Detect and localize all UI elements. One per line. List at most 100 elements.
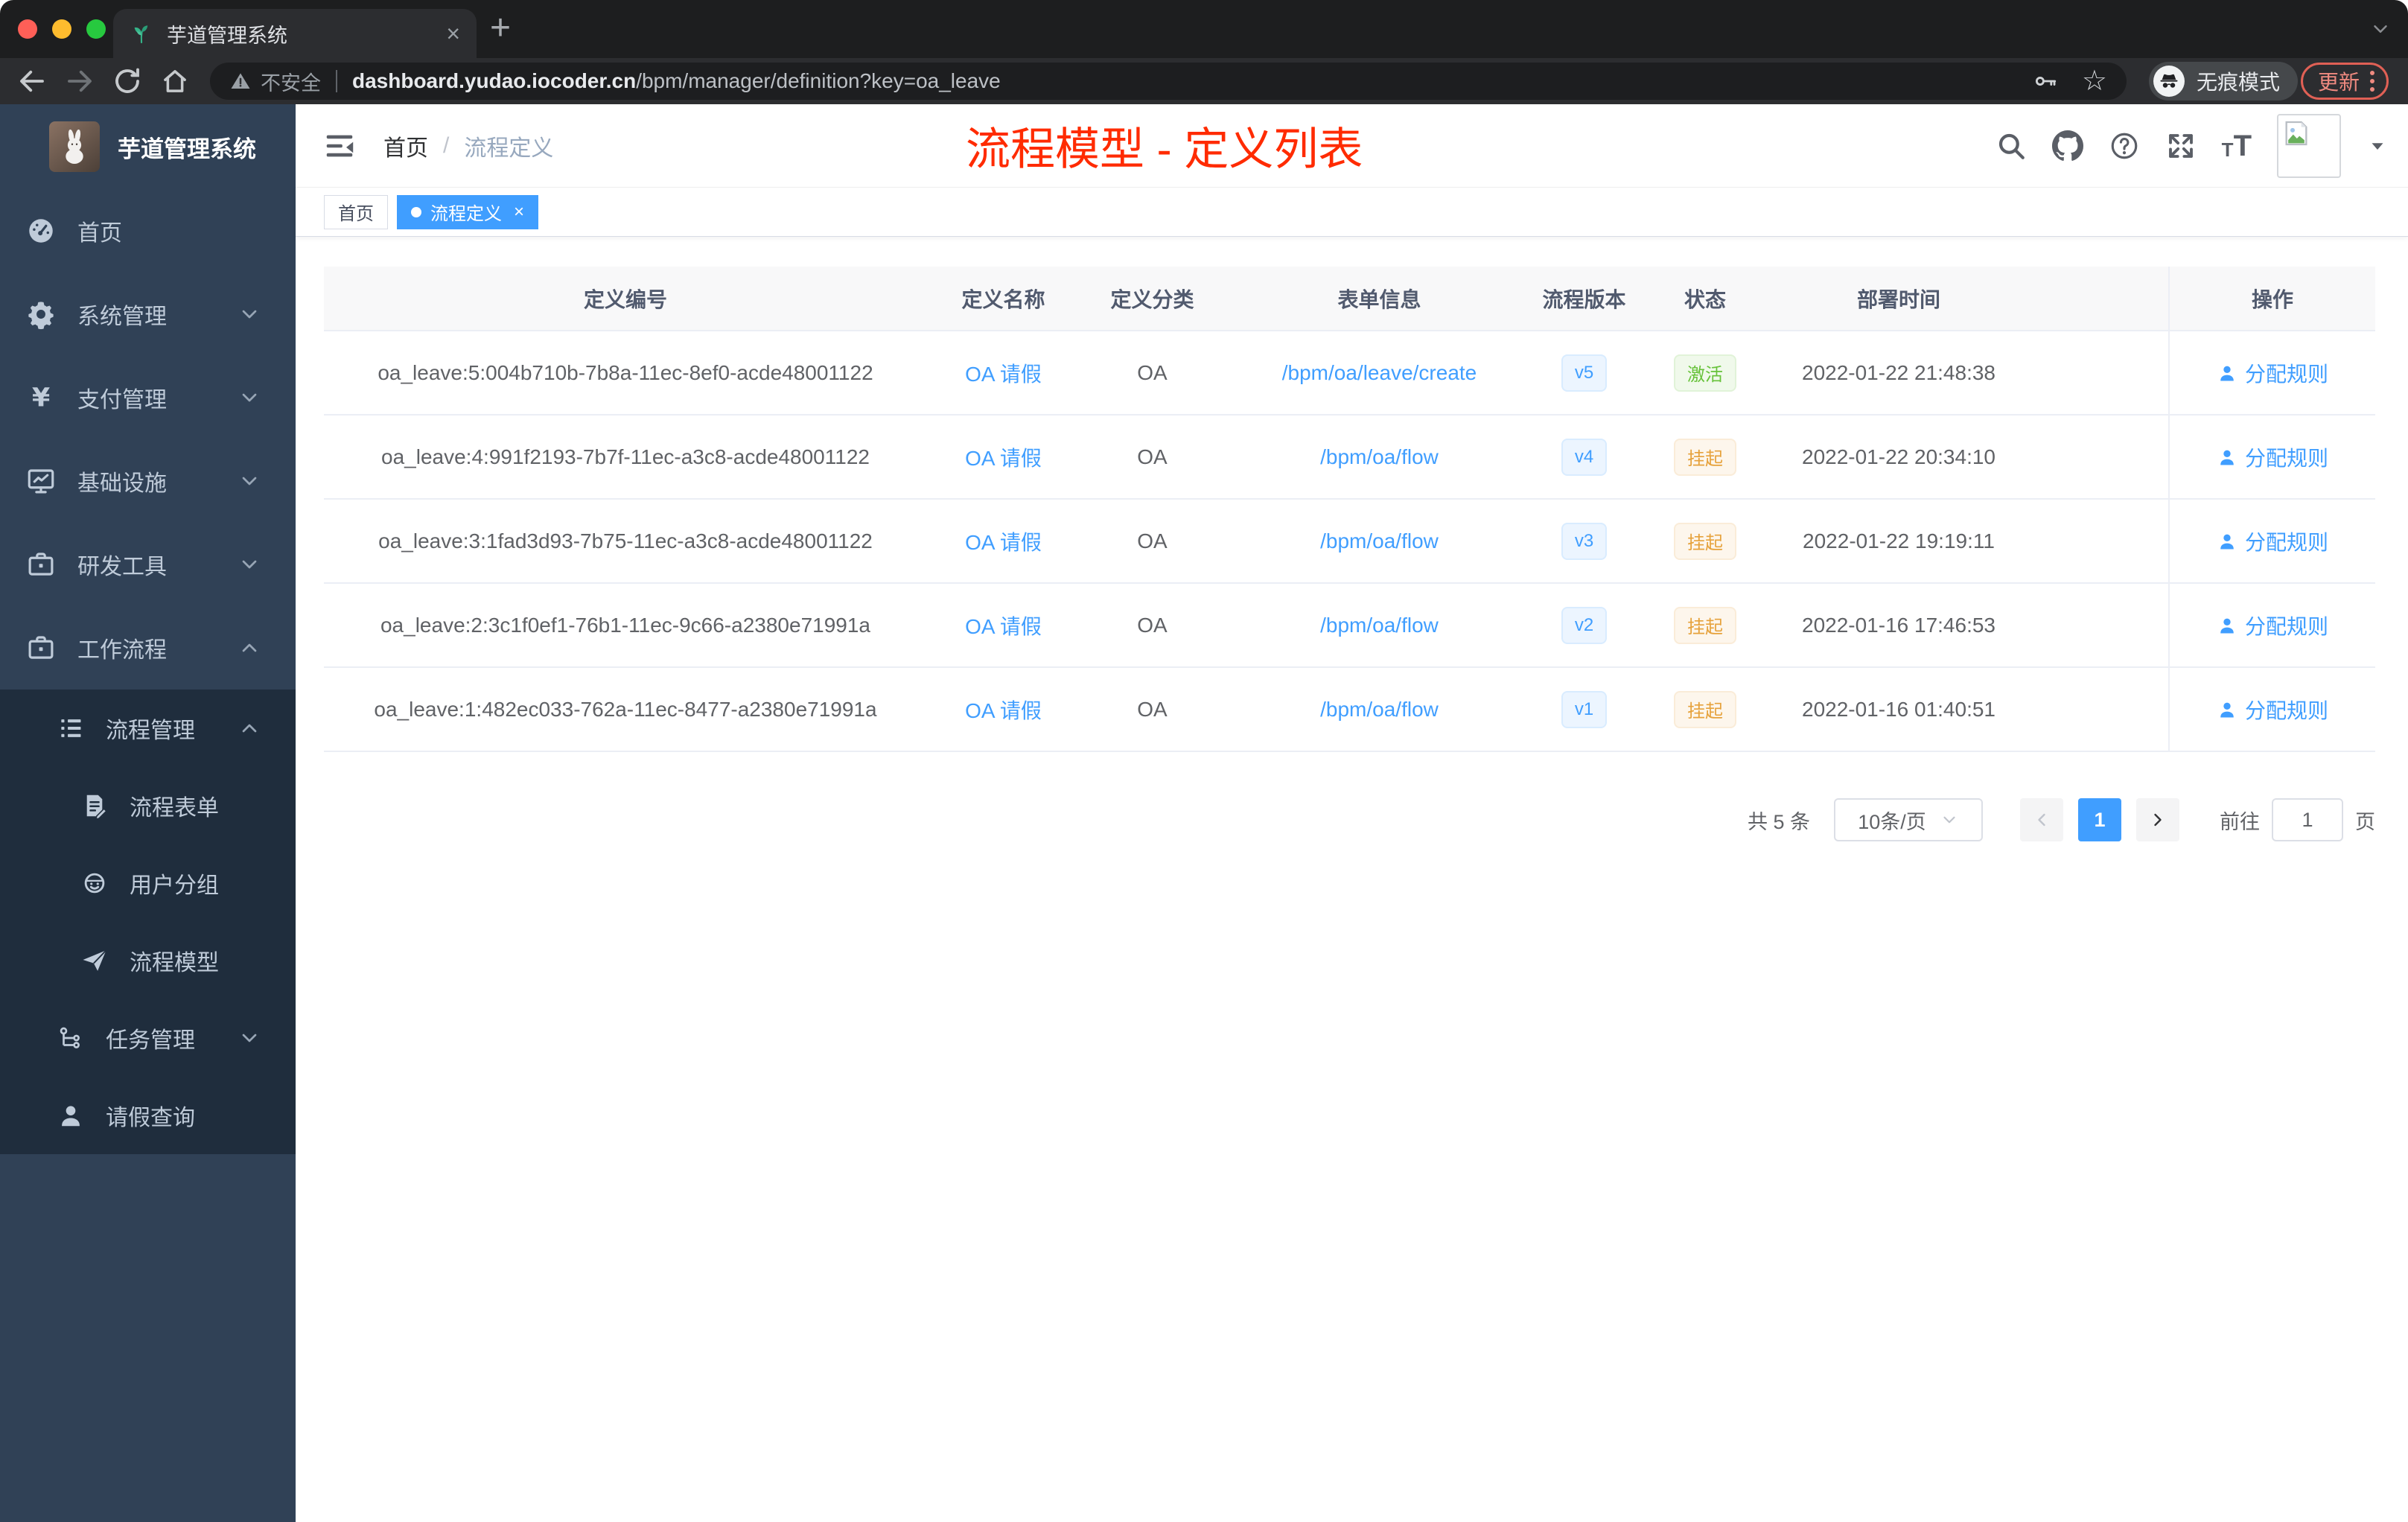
bookmark-star-icon[interactable]: ☆ [2082,67,2107,95]
font-size-icon[interactable]: TT [2222,131,2252,161]
fullscreen-icon[interactable] [2165,130,2197,162]
sidebar-item[interactable]: 请假查询 [0,1077,296,1154]
tag[interactable]: 流程定义 × [397,194,539,229]
window-zoom-button[interactable] [86,19,106,39]
sidebar-item[interactable]: 基础设施 [0,439,296,523]
sidebar-item[interactable]: 流程模型 [0,922,296,999]
favicon-leaf-icon [130,22,153,45]
sidebar-item[interactable]: 首页 [0,189,296,273]
form-info-link[interactable]: /bpm/oa/flow [1320,698,1439,722]
version-badge: v2 [1561,606,1608,644]
tab-search-caret-icon[interactable] [2369,18,2392,40]
definition-table: 定义编号 定义名称 定义分类 表单信息 流程版本 状态 部署时间 操作 oa_l… [324,267,2375,752]
window-minimize-button[interactable] [52,19,71,39]
assign-rule-link[interactable]: 分配规则 [2217,358,2328,388]
back-icon[interactable] [16,66,48,97]
avatar-caret-down-icon[interactable] [2366,135,2389,157]
browser-tab[interactable]: 芋道管理系统 × [113,9,477,58]
tag-close-icon[interactable]: × [514,203,524,221]
reload-icon[interactable] [112,66,143,97]
column-header-deploy-time: 部署时间 [1856,287,1940,311]
breadcrumb-home[interactable]: 首页 [383,130,428,162]
home-icon[interactable] [159,66,191,97]
goto-unit: 页 [2355,810,2375,833]
sidebar-item[interactable]: 任务管理 [0,999,296,1077]
assign-rule-link[interactable]: 分配规则 [2217,442,2328,472]
app: 芋道管理系统 首页 系统管理 支付管理 基础设施 研发工具 工作流程 流程管理 … [0,104,2408,1522]
prev-page-button[interactable] [2020,798,2063,841]
goto-page-input[interactable] [2272,798,2343,841]
sidebar-item-label: 流程表单 [130,796,219,821]
password-key-icon[interactable] [2033,69,2058,94]
assign-rule-link[interactable]: 分配规则 [2217,526,2328,556]
sidebar-item[interactable]: 工作流程 [0,606,296,690]
window-controls [18,19,106,39]
status-badge: 激活 [1674,354,1736,392]
sidebar-item[interactable]: 流程管理 [0,690,296,767]
definition-name-link[interactable]: OA 请假 [965,358,1042,388]
column-header-filler [2022,267,2168,330]
url-bar[interactable]: 不安全 dashboard.yudao.iocoder.cn /bpm/mana… [210,63,2127,100]
sidebar-item[interactable]: 用户分组 [0,844,296,922]
sidebar-item[interactable]: 系统管理 [0,273,296,356]
url-separator [336,70,337,92]
breadcrumb: 首页 / 流程定义 [383,104,553,187]
next-page-button[interactable] [2136,798,2179,841]
current-page-button[interactable]: 1 [2078,798,2121,841]
form-info-link[interactable]: /bpm/oa/flow [1320,529,1439,553]
page-size-select[interactable]: 10条/页 [1834,798,1983,841]
cell-filler [2022,331,2168,414]
cell-deploy-time: 2022-01-22 21:48:38 [1802,360,1995,384]
cell-category: OA [1137,529,1168,553]
column-header-status: 状态 [1684,287,1726,311]
sidebar-item-icon [25,465,57,497]
select-chevron-down-icon [1940,810,1959,830]
user-icon [2217,447,2237,468]
browser-menu-update-button[interactable]: 更新 [2301,63,2389,100]
definition-name-link[interactable]: OA 请假 [965,695,1042,725]
tab-close-icon[interactable]: × [446,22,460,45]
tag[interactable]: 首页 [324,194,388,229]
search-icon[interactable] [1995,130,2027,162]
sidebar-item-label: 支付管理 [77,388,167,413]
sidebar-toggle-hamburger-icon[interactable] [322,129,357,163]
incognito-badge: 无痕模式 [2149,62,2299,101]
version-badge: v3 [1561,522,1608,560]
form-info-link[interactable]: /bpm/oa/flow [1320,445,1439,469]
definition-name-link[interactable]: OA 请假 [965,526,1042,556]
status-badge: 挂起 [1674,522,1736,560]
sidebar-item-label: 流程模型 [130,951,219,975]
pagination: 共 5 条 10条/页 1 前往 页 [324,798,2375,841]
form-info-link[interactable]: /bpm/oa/flow [1320,614,1439,637]
form-info-link[interactable]: /bpm/oa/leave/create [1282,361,1477,385]
browser-toolbar: 不安全 dashboard.yudao.iocoder.cn /bpm/mana… [0,58,2408,104]
table-header-row: 定义编号 定义名称 定义分类 表单信息 流程版本 状态 部署时间 操作 [324,267,2375,331]
cell-definition-id: oa_leave:2:3c1f0ef1-76b1-11ec-9c66-a2380… [380,613,870,637]
logo-avatar [49,121,100,172]
github-icon[interactable] [2052,130,2083,162]
definition-name-link[interactable]: OA 请假 [965,611,1042,640]
column-header-id: 定义编号 [583,287,667,311]
main: 首页 / 流程定义 流程模型 - 定义列表 TT 首页 流程定义 × 定义编号 … [296,104,2408,1522]
window-close-button[interactable] [18,19,37,39]
forward-icon[interactable] [64,66,95,97]
sidebar-item-icon [80,869,109,897]
sidebar-item[interactable]: 研发工具 [0,523,296,606]
assign-rule-link[interactable]: 分配规则 [2217,695,2328,725]
breadcrumb-separator: / [443,133,450,158]
help-question-icon[interactable] [2109,130,2140,162]
url-domain: dashboard.yudao.iocoder.cn [352,69,637,92]
sidebar-item-icon [25,549,57,580]
definition-name-link[interactable]: OA 请假 [965,442,1042,472]
not-secure-warning-icon[interactable] [229,70,252,92]
sidebar-item[interactable]: 流程表单 [0,767,296,844]
sidebar-item-label: 首页 [77,221,122,246]
chevron-down-icon [238,302,261,326]
security-label[interactable]: 不安全 [261,67,321,96]
column-header-version: 流程版本 [1542,287,1626,311]
avatar[interactable] [2277,113,2341,178]
new-tab-button[interactable]: + [490,10,511,46]
update-label: 更新 [2318,71,2360,94]
sidebar-item[interactable]: 支付管理 [0,356,296,439]
assign-rule-link[interactable]: 分配规则 [2217,611,2328,640]
